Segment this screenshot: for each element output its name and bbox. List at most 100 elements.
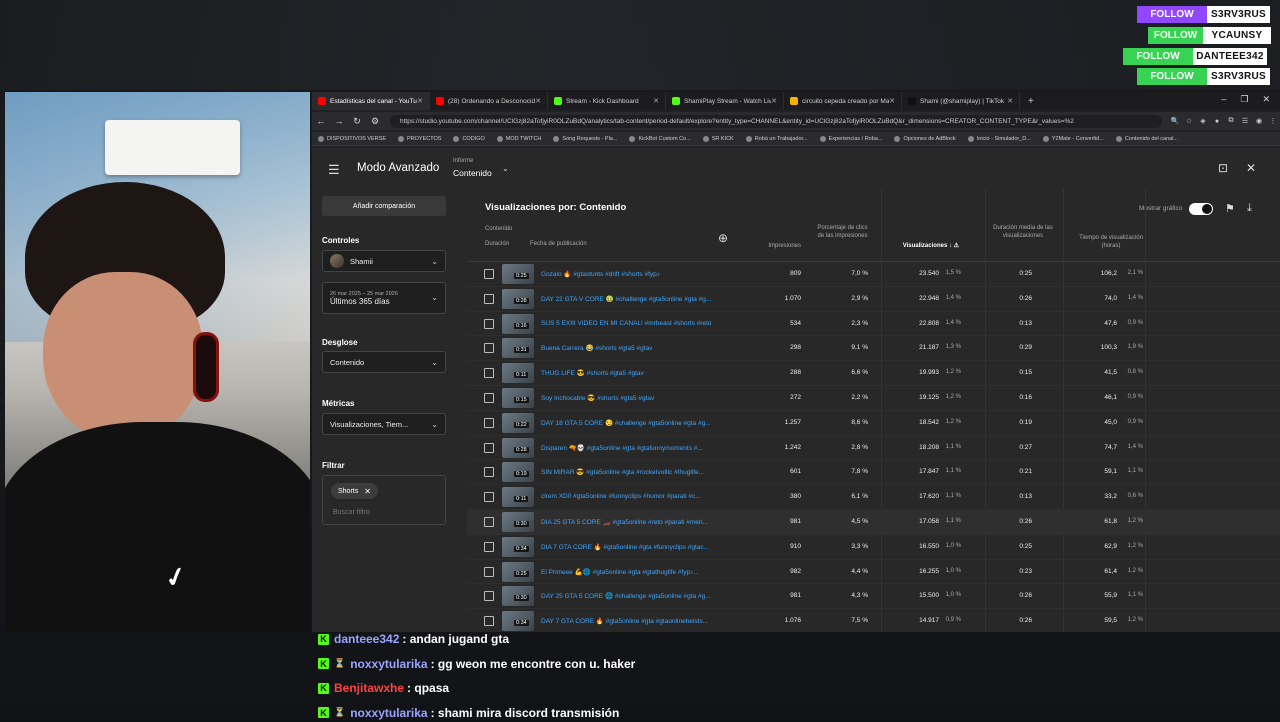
zoom-icon[interactable]: 🔍 bbox=[1168, 117, 1182, 125]
header-pub-date[interactable]: Fecha de publicación bbox=[530, 241, 587, 249]
feedback-icon[interactable]: ⊡ bbox=[1218, 161, 1228, 175]
tab-search-icon[interactable]: ☰ bbox=[1238, 117, 1252, 125]
browser-tab[interactable]: ShamiPlay Stream - Watch Live ✕ bbox=[666, 92, 784, 110]
video-title-link[interactable]: DAY 22 GTA V CORE 🤢 #challenge #gta5onli… bbox=[541, 295, 723, 303]
browser-tab[interactable]: (28) Ordenando a Desconocidos ✕ bbox=[430, 92, 548, 110]
row-checkbox[interactable] bbox=[484, 541, 494, 552]
row-checkbox[interactable] bbox=[484, 393, 494, 403]
video-title-link[interactable]: Disparen 🔫💀 #gta5online #gta #gtafunnymo… bbox=[541, 444, 723, 452]
menu-hamburger-icon[interactable]: ☰ bbox=[328, 162, 340, 178]
table-row[interactable]: 0:28 Disparen 🔫💀 #gta5online #gta #gtafun… bbox=[467, 436, 1280, 461]
table-row[interactable]: 0:34 DIA 7 GTA CORE 🔥 #gta5online #gta #f… bbox=[467, 535, 1280, 560]
download-icon[interactable]: ⤓ bbox=[1247, 202, 1252, 215]
table-row[interactable]: 0:31 Buena Carrera 😂 #shorts #gta5 #gtav 2… bbox=[467, 336, 1280, 362]
filter-search-input[interactable]: Buscar filtro bbox=[333, 509, 370, 516]
row-checkbox[interactable] bbox=[484, 591, 494, 602]
header-avg-duration[interactable]: Duración media de las visualizaciones bbox=[992, 225, 1054, 241]
bookmark-item[interactable]: CODIGO bbox=[447, 135, 490, 142]
site-info-icon[interactable]: ⚙ bbox=[366, 116, 384, 127]
report-dropdown[interactable]: Contenido bbox=[453, 168, 492, 178]
header-content[interactable]: Contenido bbox=[485, 226, 512, 234]
date-range-select[interactable]: 26 mar 2025 – 25 mar 2026 Últimos 365 dí… bbox=[322, 282, 446, 314]
table-row[interactable]: 0:30 DAY 25 GTA 5 CORE 🌐 #challenge #gta5… bbox=[467, 584, 1280, 610]
bookmark-item[interactable]: KickBot Custom Co... bbox=[623, 135, 696, 142]
extensions-puzzle-icon[interactable]: ⧉ bbox=[1224, 117, 1238, 125]
row-checkbox[interactable] bbox=[484, 442, 494, 453]
video-title-link[interactable]: DIA 25 GTA 5 CORE 🏎️ #gta5online #reto #… bbox=[541, 518, 723, 526]
video-title-link[interactable]: El Primeee 💪🌐 #gta5online #gta #gtathugl… bbox=[541, 568, 723, 576]
close-tab-icon[interactable]: ✕ bbox=[889, 97, 895, 105]
back-icon[interactable]: ← bbox=[312, 116, 330, 126]
header-views[interactable]: Visualizaciones ↓ ⚠ bbox=[887, 243, 959, 251]
row-checkbox[interactable] bbox=[484, 566, 494, 577]
show-chart-toggle[interactable] bbox=[1189, 203, 1213, 215]
video-title-link[interactable]: DIA 7 GTA CORE 🔥 #gta5online #gta #funny… bbox=[541, 543, 723, 551]
row-checkbox[interactable] bbox=[484, 517, 494, 527]
table-row[interactable]: 0:30 DIA 25 GTA 5 CORE 🏎️ #gta5online #re… bbox=[467, 510, 1280, 535]
bookmark-item[interactable]: PROYECTOS bbox=[392, 135, 447, 142]
row-checkbox[interactable] bbox=[484, 269, 494, 279]
close-window-icon[interactable]: ✕ bbox=[1262, 94, 1270, 105]
bookmark-item[interactable]: Inicio - Simulador_D... bbox=[962, 135, 1037, 142]
reload-icon[interactable]: ↻ bbox=[348, 116, 366, 127]
video-title-link[interactable]: SIN MIRAR 😎 #gta5online #gta #rocketvolt… bbox=[541, 468, 723, 476]
bookmark-item[interactable]: DISPOSITIVOS VERSE bbox=[312, 135, 392, 142]
channel-select[interactable]: Shamii ⌄ bbox=[322, 250, 446, 272]
bookmark-item[interactable]: Experiencias / Roba... bbox=[814, 135, 889, 142]
table-row[interactable]: 0:22 DAY 18 GTA 5 CORE 😏 #challenge #gta5… bbox=[467, 411, 1280, 436]
header-ctr[interactable]: Porcentaje de clics de las impresiones bbox=[817, 225, 868, 241]
table-row[interactable]: 0:11 THUG LIFE 😎 #shorts #gta5 #gtav 288 6,… bbox=[467, 361, 1280, 386]
row-checkbox[interactable] bbox=[484, 343, 494, 354]
browser-tab[interactable]: circuito cepeda creado por Ma... ✕ bbox=[784, 92, 902, 110]
close-icon[interactable]: ✕ bbox=[364, 487, 371, 496]
bookmark-item[interactable]: Opciones de AdBlock bbox=[888, 135, 961, 142]
row-checkbox[interactable] bbox=[484, 417, 494, 428]
video-title-link[interactable]: Buena Carrera 😂 #shorts #gta5 #gtav bbox=[541, 344, 723, 352]
bookmark-item[interactable]: SR KICK bbox=[697, 135, 740, 142]
video-title-link[interactable]: clrem XD0 #gta5online #funnyclips #humor… bbox=[541, 493, 723, 500]
table-row[interactable]: 0:25 Gozalo 🔥 #gtastunts #drift #shorts #… bbox=[467, 262, 1280, 287]
minimize-icon[interactable]: – bbox=[1221, 94, 1226, 105]
browser-tab[interactable]: Estadísticas del canal - YouTube ✕ bbox=[312, 92, 430, 110]
close-tab-icon[interactable]: ✕ bbox=[653, 97, 659, 105]
header-watch-time[interactable]: Tiempo de visualización (horas) bbox=[1077, 235, 1145, 251]
table-row[interactable]: 0:28 DAY 22 GTA V CORE 🤢 #challenge #gta5… bbox=[467, 287, 1280, 312]
table-row[interactable]: 0:34 DAY 7 GTA CORE 🔥 #gta5online #gta #g… bbox=[467, 609, 1280, 632]
video-title-link[interactable]: SUS 5 EXIII VIDEO EN MI CANAL! #mrbeast … bbox=[541, 320, 723, 327]
browser-tab[interactable]: Stream - Kick Dashboard ✕ bbox=[548, 92, 666, 110]
close-tab-icon[interactable]: ✕ bbox=[535, 97, 541, 105]
video-title-link[interactable]: DAY 25 GTA 5 CORE 🌐 #challenge #gta5onli… bbox=[541, 592, 723, 600]
bookmark-item[interactable]: Song Requests - Pla... bbox=[547, 135, 623, 142]
add-comparison-button[interactable]: Añadir comparación bbox=[322, 196, 446, 216]
bookmark-item[interactable]: Contenido del canal... bbox=[1110, 135, 1184, 142]
extension-icon[interactable]: ◈ bbox=[1196, 117, 1210, 125]
video-title-link[interactable]: DAY 18 GTA 5 CORE 😏 #challenge #gta5onli… bbox=[541, 419, 723, 427]
row-checkbox[interactable] bbox=[484, 492, 494, 503]
breakdown-select[interactable]: Contenido ⌄ bbox=[322, 351, 446, 373]
table-row[interactable]: 0:19 SIN MIRAR 😎 #gta5online #gta #rocket… bbox=[467, 460, 1280, 486]
row-checkbox[interactable] bbox=[484, 318, 494, 329]
metrics-select[interactable]: Visualizaciones, Tiem... ⌄ bbox=[322, 413, 446, 435]
row-checkbox[interactable] bbox=[484, 467, 494, 478]
close-tab-icon[interactable]: ✕ bbox=[417, 97, 423, 105]
row-checkbox[interactable] bbox=[484, 293, 494, 304]
header-impressions[interactable]: Impresiones bbox=[751, 243, 801, 251]
maximize-icon[interactable]: ❐ bbox=[1240, 94, 1248, 105]
bookmark-item[interactable]: MOD TWITCH bbox=[491, 135, 548, 142]
bookmark-item[interactable]: Y2Mate - Convertid... bbox=[1037, 135, 1110, 142]
table-row[interactable]: 0:15 Soy Inchocable 😎 #shorts #gta5 #gtav… bbox=[467, 386, 1280, 411]
table-row[interactable]: 0:11 clrem XD0 #gta5online #funnyclips #h… bbox=[467, 485, 1280, 510]
bookmark-icon[interactable]: ⚑ bbox=[1225, 202, 1235, 215]
video-title-link[interactable]: DAY 7 GTA CORE 🔥 #gta5online #gta #gtaon… bbox=[541, 617, 723, 625]
browser-tab[interactable]: Shami (@shamiplay) | TikTok ✕ bbox=[902, 92, 1020, 110]
close-icon[interactable]: ✕ bbox=[1246, 161, 1256, 175]
profile-icon[interactable]: ◉ bbox=[1252, 117, 1266, 125]
url-input[interactable]: https://studio.youtube.com/channel/UClGz… bbox=[390, 114, 1162, 128]
row-checkbox[interactable] bbox=[484, 616, 494, 627]
menu-icon[interactable]: ⋮ bbox=[1266, 117, 1280, 125]
header-duration[interactable]: Duración bbox=[485, 241, 509, 249]
filter-chip[interactable]: Shorts ✕ bbox=[331, 483, 378, 499]
close-tab-icon[interactable]: ✕ bbox=[1007, 97, 1013, 105]
video-title-link[interactable]: Gozalo 🔥 #gtastunts #drift #shorts #fyp♪ bbox=[541, 270, 723, 278]
chevron-down-icon[interactable]: ⌄ bbox=[502, 164, 509, 173]
